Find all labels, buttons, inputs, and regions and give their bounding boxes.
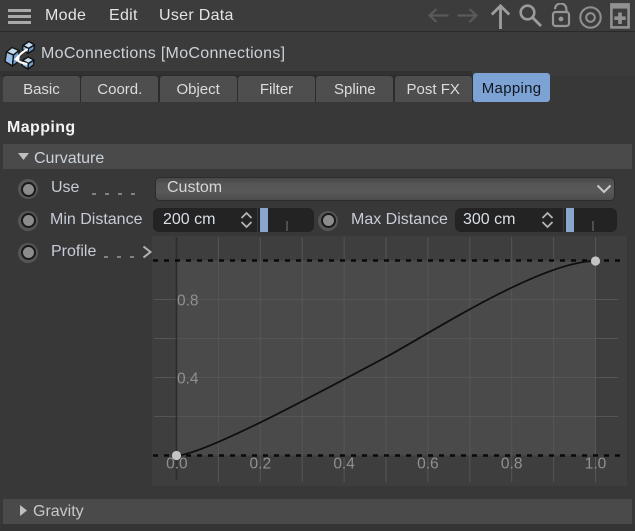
svg-text:0.6: 0.6: [417, 456, 439, 473]
svg-text:0.4: 0.4: [177, 371, 199, 388]
svg-text:0.8: 0.8: [501, 456, 523, 473]
svg-text:0.4: 0.4: [333, 456, 355, 473]
svg-text:0.8: 0.8: [177, 293, 199, 310]
svg-text:0.0: 0.0: [166, 456, 188, 473]
svg-text:0.2: 0.2: [250, 456, 272, 473]
svg-text:1.0: 1.0: [585, 456, 607, 473]
